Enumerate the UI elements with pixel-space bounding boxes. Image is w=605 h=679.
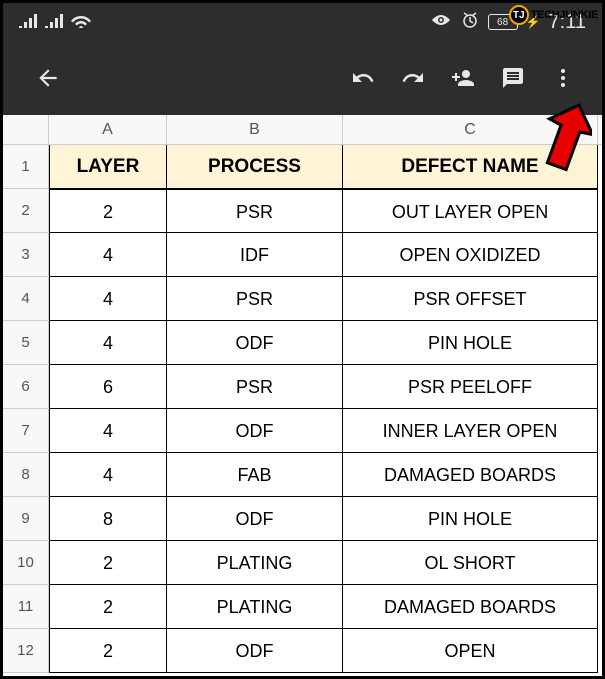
row-header[interactable]: 11 [3, 585, 49, 629]
cell-process[interactable]: IDF [167, 233, 343, 277]
watermark: TJ TECHJUNKIE [509, 5, 598, 25]
cell-defect[interactable]: INNER LAYER OPEN [343, 409, 598, 453]
cell-defect[interactable]: DAMAGED BOARDS [343, 585, 598, 629]
row-header[interactable]: 9 [3, 497, 49, 541]
cell-defect[interactable]: PSR OFFSET [343, 277, 598, 321]
back-button[interactable] [23, 53, 73, 103]
cell-process[interactable]: ODF [167, 409, 343, 453]
cell-defect[interactable]: PIN HOLE [343, 321, 598, 365]
cell-layer[interactable]: 4 [49, 409, 167, 453]
add-person-button[interactable] [438, 53, 488, 103]
cell-layer[interactable]: 2 [49, 541, 167, 585]
cell-defect[interactable]: OL SHORT [343, 541, 598, 585]
cell-process[interactable]: PLATING [167, 585, 343, 629]
row-header[interactable]: 1 [3, 145, 49, 189]
alarm-icon [460, 10, 480, 35]
row-header[interactable]: 6 [3, 365, 49, 409]
row-header[interactable]: 8 [3, 453, 49, 497]
row-header[interactable]: 2 [3, 189, 49, 233]
cell-process[interactable]: FAB [167, 453, 343, 497]
column-header-a[interactable]: A [49, 115, 167, 144]
row-header[interactable]: 5 [3, 321, 49, 365]
cell-layer[interactable]: 4 [49, 453, 167, 497]
cell-defect[interactable]: DAMAGED BOARDS [343, 453, 598, 497]
cell-process[interactable]: PSR [167, 189, 343, 233]
cell-layer[interactable]: 2 [49, 189, 167, 233]
table-row: 22PSROUT LAYER OPEN [3, 189, 602, 233]
column-headers-row: A B C [3, 115, 602, 145]
header-cell-process[interactable]: PROCESS [167, 145, 343, 189]
cell-layer[interactable]: 6 [49, 365, 167, 409]
row-header[interactable]: 4 [3, 277, 49, 321]
cell-process[interactable]: PSR [167, 365, 343, 409]
row-header[interactable]: 10 [3, 541, 49, 585]
table-row: 74ODFINNER LAYER OPEN [3, 409, 602, 453]
table-row: 44PSRPSR OFFSET [3, 277, 602, 321]
table-row: 34IDFOPEN OXIDIZED [3, 233, 602, 277]
signal-icon-2 [45, 12, 63, 33]
cell-layer[interactable]: 4 [49, 321, 167, 365]
row-header[interactable]: 12 [3, 629, 49, 673]
cell-layer[interactable]: 8 [49, 497, 167, 541]
cell-defect[interactable]: PSR PEELOFF [343, 365, 598, 409]
table-row: 98ODFPIN HOLE [3, 497, 602, 541]
table-row: 54ODFPIN HOLE [3, 321, 602, 365]
table-row: 102PLATINGOL SHORT [3, 541, 602, 585]
cell-defect[interactable]: OUT LAYER OPEN [343, 189, 598, 233]
column-header-c[interactable]: C [343, 115, 598, 144]
watermark-logo: TJ [509, 5, 529, 25]
table-row: 84FABDAMAGED BOARDS [3, 453, 602, 497]
table-row: 112PLATINGDAMAGED BOARDS [3, 585, 602, 629]
comment-button[interactable] [488, 53, 538, 103]
watermark-text: TECHJUNKIE [531, 9, 598, 21]
cell-defect[interactable]: PIN HOLE [343, 497, 598, 541]
cell-layer[interactable]: 4 [49, 233, 167, 277]
table-row: 1 LAYER PROCESS DEFECT NAME [3, 145, 602, 189]
cell-process[interactable]: PSR [167, 277, 343, 321]
spreadsheet[interactable]: A B C 1 LAYER PROCESS DEFECT NAME 22PSRO… [3, 115, 602, 673]
cell-process[interactable]: PLATING [167, 541, 343, 585]
redo-button[interactable] [388, 53, 438, 103]
row-header[interactable]: 3 [3, 233, 49, 277]
row-header[interactable]: 7 [3, 409, 49, 453]
eye-icon [430, 12, 452, 33]
column-header-b[interactable]: B [167, 115, 343, 144]
cell-process[interactable]: ODF [167, 321, 343, 365]
more-menu-button[interactable] [538, 53, 588, 103]
cell-process[interactable]: ODF [167, 497, 343, 541]
cell-defect[interactable]: OPEN OXIDIZED [343, 233, 598, 277]
undo-button[interactable] [338, 53, 388, 103]
cell-process[interactable]: ODF [167, 629, 343, 673]
cell-layer[interactable]: 2 [49, 629, 167, 673]
table-row: 66PSRPSR PEELOFF [3, 365, 602, 409]
corner-cell[interactable] [3, 115, 49, 144]
cell-defect[interactable]: OPEN [343, 629, 598, 673]
wifi-icon [71, 12, 91, 33]
cell-layer[interactable]: 2 [49, 585, 167, 629]
header-cell-layer[interactable]: LAYER [49, 145, 167, 189]
header-cell-defect[interactable]: DEFECT NAME [343, 145, 598, 189]
cell-layer[interactable]: 4 [49, 277, 167, 321]
table-row: 122ODFOPEN [3, 629, 602, 673]
signal-icon [19, 12, 37, 33]
app-toolbar [3, 41, 602, 115]
